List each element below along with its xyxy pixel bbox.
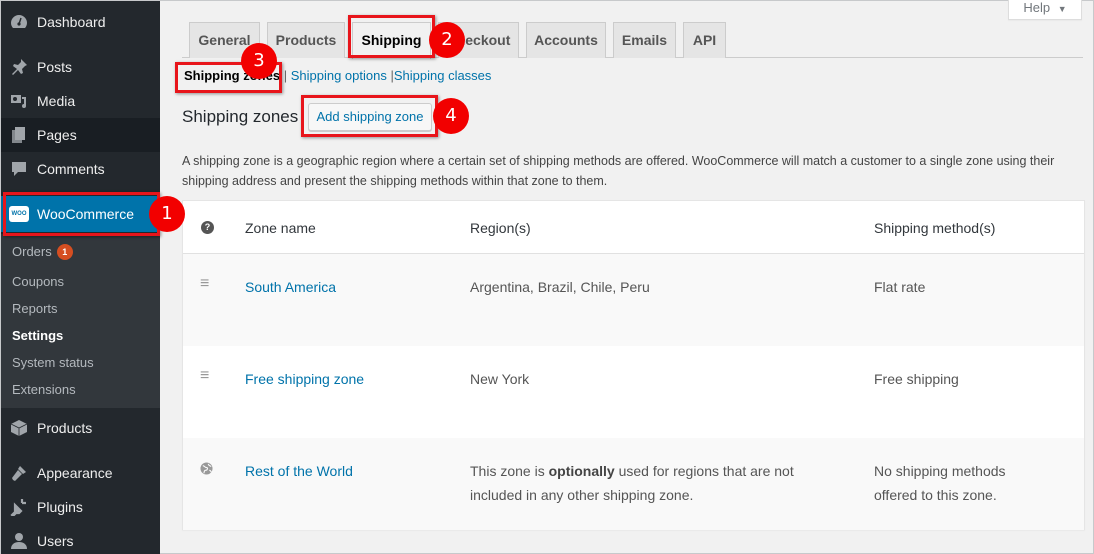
regions-emphasis: optionally [548, 463, 615, 479]
highlight-box-woocommerce [3, 192, 160, 236]
submenu-item-settings[interactable]: Settings [12, 328, 63, 343]
highlight-box-shipping-tab [348, 15, 435, 58]
sidebar-item-comments[interactable]: Comments [1, 152, 160, 186]
brush-icon [9, 463, 29, 483]
sidebar-item-label: Media [37, 93, 76, 109]
shipping-zones-table: ? Zone name Region(s) Shipping method(s)… [182, 200, 1085, 530]
tab-api[interactable]: API [683, 22, 726, 58]
step-marker-3: 3 [241, 43, 277, 79]
table-row: Rest of the World This zone is optionall… [183, 438, 1084, 530]
admin-sidebar: Dashboard Posts Media Pages Comments WOO… [1, 1, 160, 554]
submenu-item-system-status[interactable]: System status [12, 355, 94, 370]
help-tip-icon[interactable]: ? [201, 221, 214, 234]
globe-icon [200, 462, 213, 478]
zone-name-link[interactable]: Free shipping zone [245, 367, 364, 391]
table-row: ≡ Free shipping zone New York Free shipp… [183, 346, 1084, 438]
sidebar-item-plugins[interactable]: Plugins [1, 490, 160, 524]
submenu-item-orders[interactable]: Orders 1 [12, 244, 73, 260]
sidebar-item-label: Pages [37, 127, 77, 143]
sidebar-item-label: Users [37, 533, 74, 549]
tab-emails[interactable]: Emails [613, 22, 676, 58]
column-header-regions: Region(s) [470, 220, 531, 236]
table-row: ≡ South America Argentina, Brazil, Chile… [183, 254, 1084, 346]
help-label: Help [1023, 0, 1051, 15]
tab-accounts[interactable]: Accounts [526, 22, 606, 58]
drag-handle-icon[interactable]: ≡ [200, 367, 209, 385]
step-marker-1: 1 [149, 196, 185, 232]
zone-regions: New York [470, 371, 530, 387]
pin-icon [9, 57, 29, 77]
settings-tabs: General Products Shipping Checkout Accou… [182, 22, 1083, 59]
zone-regions: This zone is optionally used for regions… [470, 459, 810, 507]
zone-name-link[interactable]: South America [245, 275, 336, 299]
sidebar-item-media[interactable]: Media [1, 84, 160, 118]
table-header: ? Zone name Region(s) Shipping method(s) [183, 201, 1084, 254]
zone-name-link[interactable]: Rest of the World [245, 459, 353, 483]
comment-icon [9, 159, 29, 179]
step-marker-2: 2 [429, 22, 465, 58]
column-header-zone-name: Zone name [245, 220, 316, 236]
subnav-shipping-classes[interactable]: Shipping classes [394, 68, 492, 83]
box-icon [9, 418, 29, 438]
submenu-item-extensions[interactable]: Extensions [12, 382, 76, 397]
help-tab-button[interactable]: Help ▼ [1008, 0, 1082, 20]
submenu-label: Orders [12, 244, 52, 259]
submenu-item-reports[interactable]: Reports [12, 301, 58, 316]
user-icon [9, 531, 29, 551]
dashboard-icon [9, 12, 29, 32]
sidebar-item-appearance[interactable]: Appearance [1, 456, 160, 490]
zone-methods: Flat rate [874, 279, 926, 295]
regions-text: This zone is [470, 463, 549, 479]
tab-products[interactable]: Products [267, 22, 345, 58]
highlight-box-add-zone [301, 95, 438, 137]
sidebar-item-label: Plugins [37, 499, 83, 515]
zone-methods: Free shipping [874, 371, 959, 387]
sidebar-item-posts[interactable]: Posts [1, 50, 160, 84]
pages-icon [9, 125, 29, 145]
sidebar-item-label: Comments [37, 161, 105, 177]
zone-methods: No shipping methods offered to this zone… [874, 463, 1006, 503]
subnav-separator: | [283, 68, 288, 83]
caret-down-icon: ▼ [1057, 4, 1067, 14]
sidebar-item-label: Posts [37, 59, 73, 75]
zones-description: A shipping zone is a geographic region w… [182, 154, 1055, 188]
sidebar-item-label: Appearance [37, 465, 113, 481]
zone-regions: Argentina, Brazil, Chile, Peru [470, 279, 650, 295]
sidebar-item-label: Products [37, 420, 93, 436]
step-marker-4: 4 [433, 98, 469, 134]
column-header-shipping-methods: Shipping method(s) [874, 220, 996, 236]
page-title: Shipping zones [182, 107, 299, 126]
plug-icon [9, 497, 29, 517]
sidebar-item-dashboard[interactable]: Dashboard [1, 5, 160, 39]
orders-count-badge: 1 [56, 244, 73, 260]
woocommerce-submenu: Orders 1 Coupons Reports Settings System … [1, 234, 160, 408]
media-icon [9, 91, 29, 111]
sidebar-item-users[interactable]: Users [1, 524, 160, 554]
subnav-shipping-options[interactable]: Shipping options [291, 68, 387, 83]
drag-handle-icon[interactable]: ≡ [200, 275, 209, 293]
sidebar-item-label: Dashboard [37, 14, 106, 30]
sidebar-item-pages[interactable]: Pages [1, 118, 160, 152]
sidebar-item-products[interactable]: Products [1, 411, 160, 445]
submenu-item-coupons[interactable]: Coupons [12, 274, 64, 289]
